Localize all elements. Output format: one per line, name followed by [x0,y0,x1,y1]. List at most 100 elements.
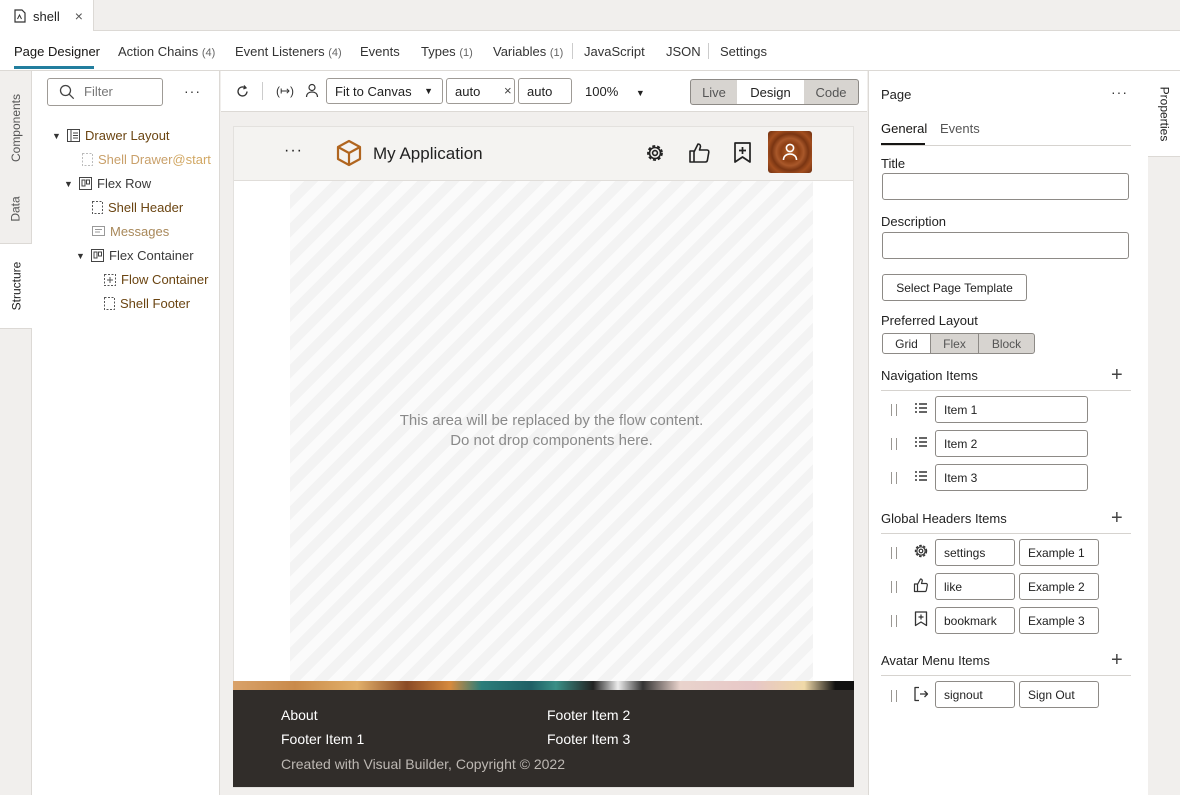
rail-tab-properties[interactable]: Properties [1148,71,1180,157]
component-icon [82,153,93,166]
tree-node-shell-footer[interactable]: Shell Footer [104,296,190,311]
rail-tab-components[interactable]: Components [0,83,32,173]
signout-icon [913,686,929,702]
tree-node-flex-container[interactable]: ▼ Flex Container [76,248,194,263]
file-tab-label: shell [33,8,60,24]
dimension-separator: × [504,83,512,98]
chevron-down-icon: ▼ [635,88,645,98]
tab-settings[interactable]: Settings [720,44,767,59]
properties-tab-events[interactable]: Events [940,121,980,136]
list-icon [913,401,929,417]
settings-icon[interactable] [644,142,666,164]
zoom-select[interactable]: 100% ▼ [585,84,645,99]
navigation-item-input[interactable]: Item 1 [935,396,1088,423]
select-page-template-button[interactable]: Select Page Template [882,274,1027,301]
tab-action-chains[interactable]: Action Chains (4) [118,44,215,59]
avatar[interactable] [768,131,812,173]
avatar-item-icon-input[interactable]: signout [935,681,1015,708]
right-rail [1148,71,1180,795]
canvas-height-input[interactable]: auto [518,78,572,104]
avatar-item-label-input[interactable]: Sign Out [1019,681,1099,708]
filter-input[interactable] [84,84,156,99]
variable-icon[interactable]: (↦) [276,84,294,98]
drag-handle-icon[interactable] [891,472,897,484]
properties-tab-divider [881,145,1131,146]
tab-page-designer[interactable]: Page Designer [14,44,100,59]
tab-event-listeners[interactable]: Event Listeners (4) [235,44,342,59]
app-title: My Application [373,144,483,163]
tree-node-messages[interactable]: Messages [92,224,169,239]
fit-to-canvas-select[interactable]: Fit to Canvas ▼ [326,78,443,104]
footer-link-item-2[interactable]: Footer Item 2 [547,707,630,723]
mode-design-button[interactable]: Design [737,79,805,105]
tab-divider [572,43,573,59]
global-header-label-input[interactable]: Example 2 [1019,573,1099,600]
drag-handle-icon[interactable] [891,615,897,627]
footer-link-about[interactable]: About [281,707,318,723]
description-label: Description [881,214,947,229]
navigation-item-input[interactable]: Item 2 [935,430,1088,457]
search-icon [59,84,75,100]
caret-down-icon[interactable]: ▼ [64,179,74,189]
tree-node-flex-row[interactable]: ▼ Flex Row [64,176,151,191]
drag-handle-icon[interactable] [891,438,897,450]
title-input[interactable] [882,173,1129,200]
navigation-item-input[interactable]: Item 3 [935,464,1088,491]
section-divider [881,390,1131,391]
global-header-icon-input[interactable]: bookmark [935,607,1015,634]
properties-more-button[interactable]: ··· [1111,84,1128,100]
layout-grid-button[interactable]: Grid [882,333,931,354]
layout-block-button[interactable]: Block [978,333,1035,354]
refresh-icon[interactable] [235,84,250,99]
global-header-icon-input[interactable]: like [935,573,1015,600]
add-navigation-item-plus-icon[interactable]: + [1111,365,1123,385]
structure-more-button[interactable]: ··· [184,83,201,99]
tree-node-flow-container[interactable]: Flow Container [104,272,208,287]
caret-down-icon[interactable]: ▼ [76,251,86,261]
close-icon[interactable]: × [75,8,83,24]
tab-divider [708,43,709,59]
drawer-layout-icon [67,129,80,142]
file-tab-shell[interactable]: shell × [0,0,94,32]
footer-link-item-3[interactable]: Footer Item 3 [547,731,630,747]
flex-icon [79,177,92,190]
bookmark-icon [914,611,930,627]
drag-handle-icon[interactable] [891,690,897,702]
drag-handle-icon[interactable] [891,547,897,559]
global-headers-label: Global Headers Items [881,511,1007,526]
global-header-label-input[interactable]: Example 1 [1019,539,1099,566]
rail-tab-structure[interactable]: Structure [0,243,33,329]
layout-flex-button[interactable]: Flex [930,333,979,354]
mode-live-button[interactable]: Live [690,79,738,105]
tab-variables[interactable]: Variables (1) [493,44,563,59]
user-icon[interactable] [305,83,319,98]
avatar-menu-items-label: Avatar Menu Items [881,653,990,668]
add-avatar-item-plus-icon[interactable]: + [1111,650,1123,670]
rail-tab-data[interactable]: Data [0,183,32,235]
tab-javascript[interactable]: JavaScript [584,44,645,59]
app-header[interactable] [234,127,853,181]
tab-types[interactable]: Types (1) [421,44,473,59]
like-icon[interactable] [688,141,711,164]
properties-tab-general[interactable]: General [881,121,927,136]
add-global-header-plus-icon[interactable]: + [1111,508,1123,528]
tab-json[interactable]: JSON [666,44,701,59]
user-icon [781,142,799,161]
description-input[interactable] [882,232,1129,259]
tab-events[interactable]: Events [360,44,400,59]
global-header-icon-input[interactable]: settings [935,539,1015,566]
tree-node-shell-header[interactable]: Shell Header [92,200,183,215]
filter-field[interactable] [47,78,163,106]
caret-down-icon[interactable]: ▼ [52,131,62,141]
tree-node-drawer-layout[interactable]: ▼ Drawer Layout [52,128,170,143]
drag-handle-icon[interactable] [891,581,897,593]
like-icon [913,577,929,593]
page-file-icon [14,9,26,23]
global-header-label-input[interactable]: Example 3 [1019,607,1099,634]
mode-code-button[interactable]: Code [804,79,859,105]
app-more-button[interactable]: ··· [284,142,303,160]
footer-link-item-1[interactable]: Footer Item 1 [281,731,364,747]
drag-handle-icon[interactable] [891,404,897,416]
bookmark-icon[interactable] [733,142,752,164]
tree-node-shell-drawer[interactable]: Shell Drawer@start [82,152,211,167]
